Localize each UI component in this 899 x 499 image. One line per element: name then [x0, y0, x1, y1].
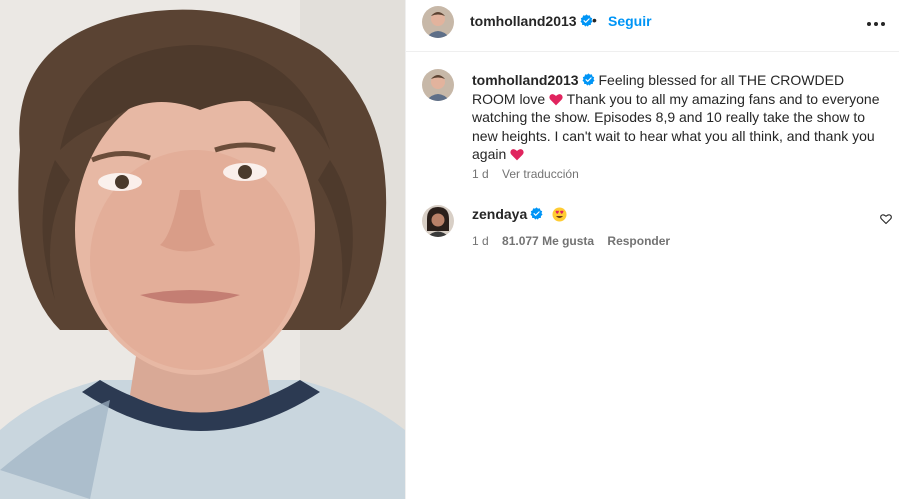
caption-text: tomholland2013 Feeling blessed for all T…	[472, 71, 882, 164]
separator-dot: •	[592, 12, 597, 28]
verified-badge-icon	[580, 14, 593, 27]
follow-button[interactable]: Seguir	[608, 13, 652, 29]
caption-meta: 1 d Ver traducción	[472, 167, 589, 181]
more-options-icon[interactable]	[866, 14, 886, 34]
comment-timestamp[interactable]: 1 d	[472, 234, 489, 248]
see-translation-button[interactable]: Ver traducción	[502, 167, 579, 181]
red-heart-emoji-icon	[549, 93, 563, 105]
reply-button[interactable]: Responder	[607, 234, 670, 248]
comment-likes-count[interactable]: 81.077 Me gusta	[502, 234, 594, 248]
caption-username[interactable]: tomholland2013	[472, 72, 579, 88]
author-avatar[interactable]	[422, 6, 454, 38]
commenter-username[interactable]: zendaya	[472, 206, 527, 222]
post-image	[0, 0, 405, 499]
heart-eyes-emoji-icon	[552, 207, 567, 222]
caption-timestamp[interactable]: 1 d	[472, 167, 489, 181]
author-username[interactable]: tomholland2013	[470, 13, 593, 29]
comment-meta: 1 d 81.077 Me gusta Responder	[472, 234, 680, 248]
like-comment-icon[interactable]	[880, 213, 892, 225]
comment-text: zendaya	[472, 206, 567, 222]
verified-badge-icon	[530, 207, 543, 220]
caption-author-avatar[interactable]	[422, 69, 454, 101]
verified-badge-icon	[582, 73, 595, 86]
post-side-panel: tomholland2013 • Seguir tomholland2013 F…	[405, 0, 899, 499]
post-header: tomholland2013 • Seguir	[406, 0, 899, 52]
red-heart-emoji-icon	[510, 149, 524, 161]
commenter-avatar[interactable]	[422, 205, 454, 237]
author-username-text[interactable]: tomholland2013	[470, 13, 577, 29]
post-photo-illustration	[0, 0, 405, 499]
